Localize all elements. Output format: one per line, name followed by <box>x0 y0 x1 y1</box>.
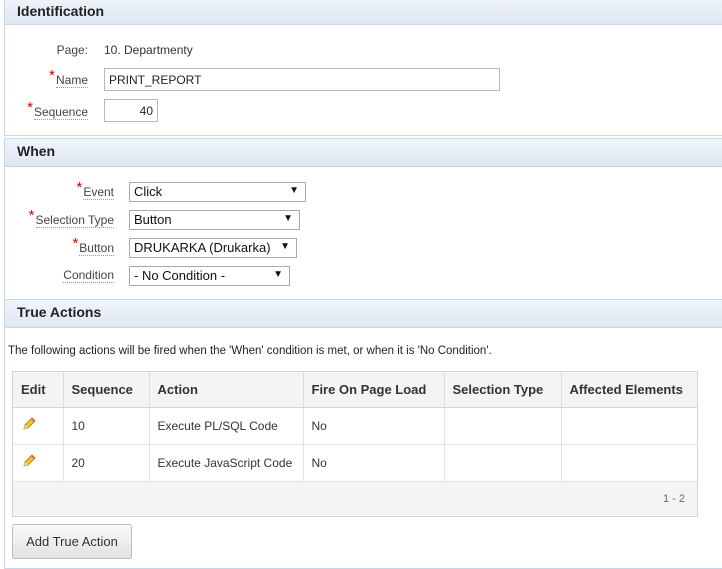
sequence-cell: 20 <box>63 444 150 482</box>
selection-type-label: *Selection Type <box>28 207 114 228</box>
condition-select[interactable]: - No Condition - ▼ <box>129 266 290 286</box>
column-header-affected-elements[interactable]: Affected Elements <box>561 372 697 408</box>
column-header-sequence[interactable]: Sequence <box>63 372 150 408</box>
true-actions-table: Edit Sequence Action Fire On Page Load S… <box>13 372 697 482</box>
action-cell: Execute PL/SQL Code <box>149 407 304 445</box>
true-actions-header: True Actions <box>5 300 722 328</box>
page-label: Page: <box>56 43 88 57</box>
pagination-info: 1 - 2 <box>13 481 697 516</box>
required-asterisk: * <box>72 235 79 252</box>
event-label: *Event <box>76 179 114 200</box>
sequence-label: *Sequence <box>27 99 88 120</box>
pencil-icon[interactable] <box>21 416 37 432</box>
when-header: When <box>5 139 722 167</box>
event-select[interactable]: Click ▼ <box>129 182 306 202</box>
name-label: *Name <box>49 67 88 88</box>
triangle-down-icon: ▼ <box>273 269 283 280</box>
action-cell: Execute JavaScript Code <box>149 444 304 482</box>
column-header-fire-on-page-load[interactable]: Fire On Page Load <box>303 372 445 408</box>
selection-type-cell <box>444 444 562 482</box>
button-select[interactable]: DRUKARKA (Drukarka) ▼ <box>129 238 297 258</box>
column-header-edit: Edit <box>13 372 64 408</box>
fire-on-page-load-cell: No <box>303 407 445 445</box>
page-value: 10. Departmenty <box>104 43 193 57</box>
triangle-down-icon: ▼ <box>289 185 299 196</box>
column-header-selection-type[interactable]: Selection Type <box>444 372 562 408</box>
pencil-icon[interactable] <box>21 453 37 469</box>
button-label: *Button <box>72 235 114 256</box>
affected-elements-cell <box>561 444 697 482</box>
name-input[interactable] <box>104 68 500 91</box>
table-row: 10 Execute PL/SQL Code No <box>13 407 697 445</box>
selection-type-cell <box>444 407 562 445</box>
true-actions-description: The following actions will be fired when… <box>8 345 492 357</box>
affected-elements-cell <box>561 407 697 445</box>
triangle-down-icon: ▼ <box>280 241 290 252</box>
fire-on-page-load-cell: No <box>303 444 445 482</box>
sequence-cell: 10 <box>63 407 150 445</box>
required-asterisk: * <box>27 99 33 116</box>
edit-cell[interactable] <box>13 407 64 445</box>
add-true-action-button[interactable]: Add True Action <box>12 524 132 559</box>
condition-label: Condition <box>63 268 114 283</box>
sequence-input[interactable] <box>104 99 158 122</box>
identification-header: Identification <box>5 0 722 25</box>
required-asterisk: * <box>76 179 83 196</box>
required-asterisk: * <box>28 207 35 224</box>
table-row: 20 Execute JavaScript Code No <box>13 444 697 482</box>
selection-type-select[interactable]: Button ▼ <box>129 210 300 230</box>
true-actions-report: Edit Sequence Action Fire On Page Load S… <box>12 371 698 517</box>
required-asterisk: * <box>49 67 55 84</box>
column-header-action[interactable]: Action <box>149 372 304 408</box>
triangle-down-icon: ▼ <box>283 213 293 224</box>
edit-cell[interactable] <box>13 444 64 482</box>
